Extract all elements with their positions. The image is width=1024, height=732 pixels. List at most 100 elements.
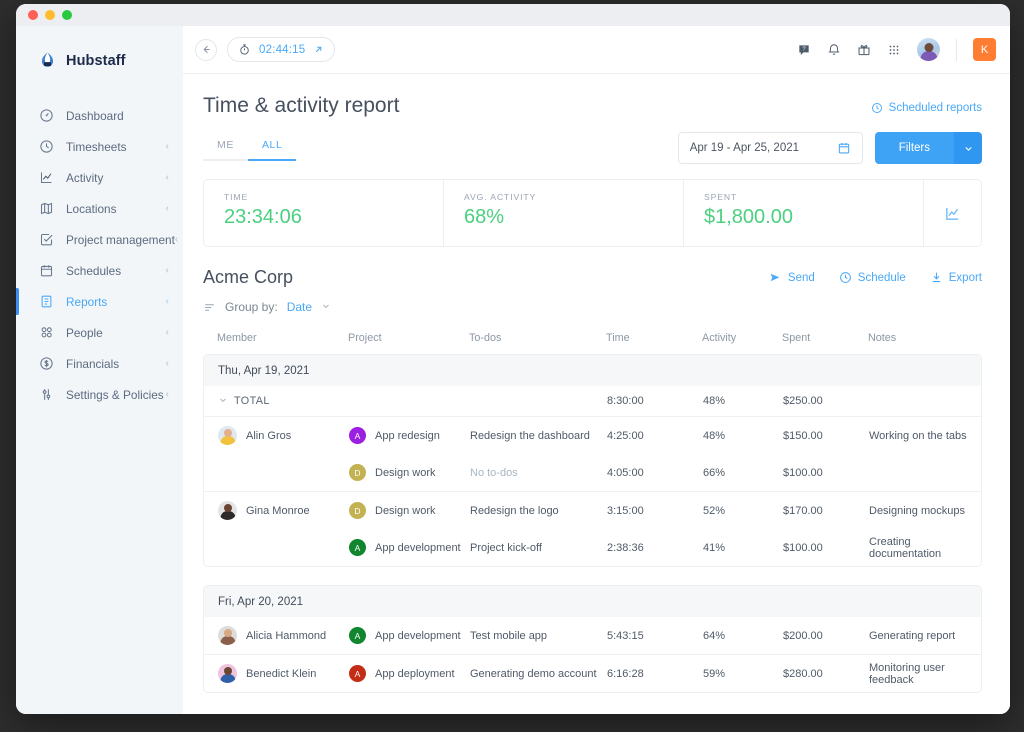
column-header-activity: Activity: [702, 332, 737, 344]
chevron-left-icon: ‹: [165, 171, 169, 183]
chevron-down-icon[interactable]: [321, 301, 331, 313]
column-header-notes: Notes: [868, 332, 897, 344]
project-name: App deployment: [375, 667, 455, 680]
timer-widget[interactable]: 02:44:15: [227, 37, 336, 62]
member-name: Benedict Klein: [246, 667, 317, 680]
export-label: Export: [948, 271, 982, 284]
row-activity: 41%: [703, 541, 726, 554]
page-header: Time & activity report Scheduled reports: [203, 94, 982, 118]
row-spent: $170.00: [783, 504, 823, 517]
brand-name: Hubstaff: [66, 52, 126, 69]
member-name: Alin Gros: [246, 429, 292, 442]
window-zoom-button[interactable]: [62, 10, 72, 20]
stat-label: AVG. ACTIVITY: [464, 192, 537, 202]
stat-label: TIME: [224, 192, 249, 202]
clock-icon: [871, 103, 882, 113]
row-notes: Designing mockups: [869, 504, 965, 517]
sidebar-item-label: Financials: [66, 356, 120, 371]
filters-label: Filters: [874, 132, 954, 164]
schedule-button[interactable]: Schedule: [839, 271, 906, 284]
tabs-and-controls-row: ME ALL Apr 19 - Apr 25, 2021 Filters: [203, 132, 982, 164]
sidebar-item-dashboard[interactable]: Dashboard: [16, 100, 183, 131]
avatar: [218, 664, 237, 683]
bell-icon[interactable]: [827, 43, 841, 57]
member-block: Alicia Hammond A App development Test mo…: [204, 617, 981, 655]
window-close-button[interactable]: [28, 10, 38, 20]
table-row[interactable]: D Design work No to-dos 4:05:00 66% $100…: [204, 454, 981, 491]
group-total-row[interactable]: TOTAL 8:30:00 48% $250.00: [204, 386, 981, 417]
sliders-icon: [38, 386, 55, 403]
people-icon: [38, 324, 55, 341]
project-badge: D: [349, 464, 366, 481]
export-button[interactable]: Export: [930, 271, 982, 284]
back-button[interactable]: [195, 38, 217, 61]
sidebar-item-label: Activity: [66, 170, 104, 185]
dollar-circle-icon: [38, 355, 55, 372]
member-block: Alin Gros A App redesign Redesign the da…: [204, 417, 981, 492]
sidebar-item-settings-policies[interactable]: Settings & Policies ‹: [16, 379, 183, 410]
table-row[interactable]: A App development Project kick-off 2:38:…: [204, 529, 981, 566]
external-link-icon: [316, 46, 322, 53]
todo-text: Generating demo account: [470, 667, 597, 680]
filters-button[interactable]: Filters: [874, 132, 982, 164]
project-name: App redesign: [375, 429, 440, 442]
send-button[interactable]: Send: [769, 271, 815, 284]
sidebar-item-timesheets[interactable]: Timesheets ‹: [16, 131, 183, 162]
column-header-todos: To-dos: [469, 332, 502, 344]
table-row[interactable]: Benedict Klein A App deployment Generati…: [204, 655, 981, 692]
row-spent: $150.00: [783, 429, 823, 442]
group-by-control[interactable]: Group by: Date: [203, 300, 982, 314]
toolbar-icon-group: ? K: [797, 38, 996, 61]
top-toolbar: 02:44:15 ? K: [183, 26, 1010, 74]
send-label: Send: [787, 271, 815, 284]
total-spent: $250.00: [783, 395, 823, 407]
org-badge[interactable]: K: [973, 38, 996, 61]
sidebar-item-activity[interactable]: Activity ‹: [16, 162, 183, 193]
sidebar-item-people[interactable]: People ‹: [16, 317, 183, 348]
sidebar-item-label: Timesheets: [66, 139, 127, 154]
group-by-value[interactable]: Date: [287, 300, 312, 314]
sidebar-nav: Dashboard Timesheets ‹ Activity ‹ Locati…: [16, 100, 183, 410]
line-chart-icon: [946, 207, 959, 220]
sidebar-item-financials[interactable]: Financials ‹: [16, 348, 183, 379]
sidebar-item-project-management[interactable]: Project management ‹: [16, 224, 183, 255]
total-activity: 48%: [703, 395, 726, 407]
sidebar-item-schedules[interactable]: Schedules ‹: [16, 255, 183, 286]
apps-grid-icon[interactable]: [887, 43, 901, 57]
chevron-left-icon: ‹: [165, 295, 169, 307]
clock-icon: [839, 272, 851, 283]
project-badge: D: [349, 502, 366, 519]
chevron-left-icon: ‹: [165, 202, 169, 214]
project-name: App development: [375, 629, 461, 642]
avatar[interactable]: [917, 38, 940, 61]
tab-me[interactable]: ME: [203, 135, 248, 161]
help-chat-icon[interactable]: ?: [797, 43, 811, 57]
list-lines-icon: [205, 303, 214, 311]
brand-logo-area[interactable]: Hubstaff: [16, 40, 183, 76]
table-row[interactable]: Alicia Hammond A App development Test mo…: [204, 617, 981, 654]
table-row[interactable]: Alin Gros A App redesign Redesign the da…: [204, 417, 981, 454]
check-square-icon: [38, 231, 55, 248]
todo-text: Project kick-off: [470, 541, 542, 554]
sidebar-item-reports[interactable]: Reports ‹: [16, 286, 183, 317]
timer-value: 02:44:15: [259, 43, 306, 56]
date-range-picker[interactable]: Apr 19 - Apr 25, 2021: [677, 132, 863, 164]
stat-value: $1,800.00: [704, 206, 793, 228]
row-time: 2:38:36: [607, 541, 644, 554]
report-group: Fri, Apr 20, 2021 Alicia Hammond A App d…: [203, 585, 982, 693]
row-notes: Working on the tabs: [869, 429, 967, 442]
scheduled-reports-link[interactable]: Scheduled reports: [871, 102, 982, 114]
chevron-down-icon[interactable]: [218, 395, 228, 408]
gift-icon[interactable]: [857, 43, 871, 57]
table-row[interactable]: Gina Monroe D Design work Redesign the l…: [204, 492, 981, 529]
chevron-down-icon[interactable]: [954, 132, 982, 164]
sidebar-item-locations[interactable]: Locations ‹: [16, 193, 183, 224]
date-range-value: Apr 19 - Apr 25, 2021: [689, 142, 800, 154]
chevron-left-icon: ‹: [165, 140, 169, 152]
tab-all[interactable]: ALL: [247, 135, 297, 161]
member-block: Gina Monroe D Design work Redesign the l…: [204, 492, 981, 566]
chart-toggle-button[interactable]: [923, 180, 981, 246]
member-name: Alicia Hammond: [246, 629, 327, 642]
chevron-left-icon: ‹: [165, 357, 169, 369]
window-minimize-button[interactable]: [45, 10, 55, 20]
